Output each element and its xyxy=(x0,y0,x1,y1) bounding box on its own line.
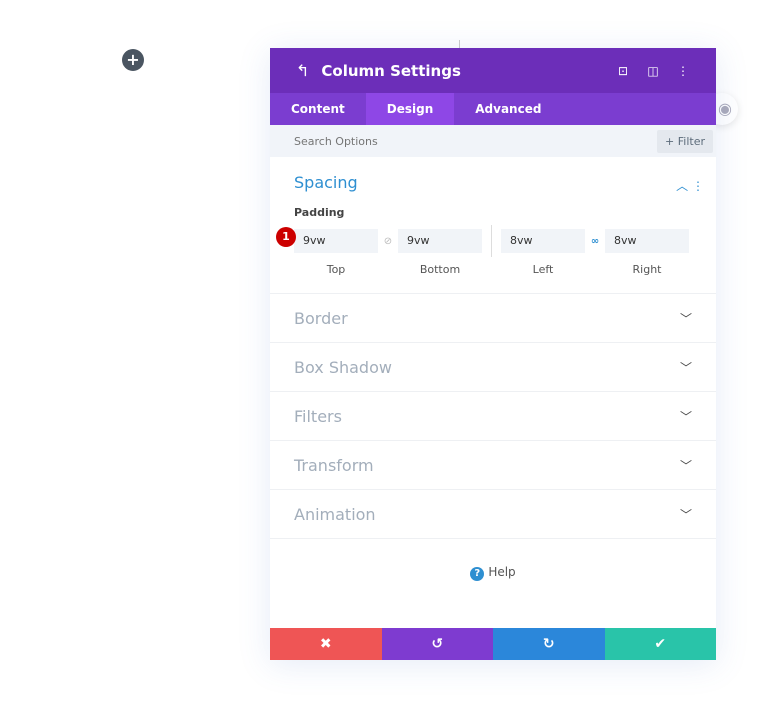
chevron-up-icon[interactable]: ︿ xyxy=(676,179,688,193)
save-button[interactable]: ✔ xyxy=(604,628,716,660)
globe-icon: ◉ xyxy=(718,99,732,118)
field-label: Right xyxy=(632,263,662,276)
section-title: Filters xyxy=(294,406,342,426)
chevron-down-icon: ﹀ xyxy=(679,458,692,473)
field-label: Left xyxy=(532,263,554,276)
section-title[interactable]: Spacing xyxy=(294,173,704,192)
chevron-down-icon: ﹀ xyxy=(679,507,692,522)
search-input[interactable] xyxy=(294,134,658,148)
more-icon[interactable]: ⋮ xyxy=(692,179,704,193)
padding-bottom-input[interactable]: 9vw xyxy=(398,229,482,253)
plus-icon: + xyxy=(126,50,140,69)
cancel-button[interactable]: ✖ xyxy=(270,628,382,660)
more-icon[interactable]: ⋮ xyxy=(668,64,698,78)
check-icon: ✔ xyxy=(654,636,667,652)
section-title: Box Shadow xyxy=(294,357,392,377)
tab-bar: Content Design Advanced xyxy=(270,93,716,125)
footer-actions: ✖ ↺ ↻ ✔ xyxy=(270,628,716,660)
step-badge: 1 xyxy=(276,227,296,247)
help-label: Help xyxy=(488,565,516,579)
chevron-down-icon: ﹀ xyxy=(679,360,692,375)
spacing-section: Spacing ︿ ⋮ Padding 1 9vw ⊘ 9vw 8vw ∞ 8v… xyxy=(270,157,716,294)
section-animation[interactable]: Animation ﹀ xyxy=(270,490,716,539)
tab-design[interactable]: Design xyxy=(365,93,455,125)
column-settings-panel: ↰ Column Settings ⊡ ◫ ⋮ Content Design A… xyxy=(270,48,716,660)
link-icon[interactable]: ∞ xyxy=(585,236,605,247)
tab-content[interactable]: Content xyxy=(270,93,366,125)
undo-icon: ↺ xyxy=(431,636,444,652)
question-icon: ? xyxy=(470,567,485,581)
close-icon: ✖ xyxy=(319,636,332,652)
tab-advanced[interactable]: Advanced xyxy=(454,93,562,125)
section-box-shadow[interactable]: Box Shadow ﹀ xyxy=(270,343,716,392)
focus-icon[interactable]: ⊡ xyxy=(608,64,638,78)
back-arrow-icon[interactable]: ↰ xyxy=(296,61,309,80)
section-title: Transform xyxy=(294,455,374,475)
redo-button[interactable]: ↻ xyxy=(493,628,605,660)
field-label: Top xyxy=(326,263,346,276)
unlink-icon[interactable]: ⊘ xyxy=(378,236,398,247)
redo-icon: ↻ xyxy=(542,636,555,652)
padding-top-input[interactable]: 9vw xyxy=(294,229,378,253)
filter-button[interactable]: + Filter xyxy=(657,129,713,153)
help-link[interactable]: ? Help xyxy=(270,565,716,581)
padding-label: Padding xyxy=(294,206,345,219)
split-view-icon[interactable]: ◫ xyxy=(638,64,668,78)
section-filters[interactable]: Filters ﹀ xyxy=(270,392,716,441)
field-label: Bottom xyxy=(419,263,461,276)
undo-button[interactable]: ↺ xyxy=(381,628,493,660)
padding-left-input[interactable]: 8vw xyxy=(501,229,585,253)
section-border[interactable]: Border ﹀ xyxy=(270,294,716,343)
padding-right-input[interactable]: 8vw xyxy=(605,229,689,253)
divider xyxy=(491,225,492,257)
chevron-down-icon: ﹀ xyxy=(679,409,692,424)
section-title: Animation xyxy=(294,504,376,524)
search-bar: + Filter xyxy=(270,125,716,157)
add-section-button[interactable]: + xyxy=(122,49,144,71)
divider xyxy=(459,40,460,48)
panel-title: Column Settings xyxy=(321,61,461,80)
section-title: Border xyxy=(294,308,348,328)
section-transform[interactable]: Transform ﹀ xyxy=(270,441,716,490)
panel-header: ↰ Column Settings ⊡ ◫ ⋮ xyxy=(270,48,716,93)
chevron-down-icon: ﹀ xyxy=(679,311,692,326)
